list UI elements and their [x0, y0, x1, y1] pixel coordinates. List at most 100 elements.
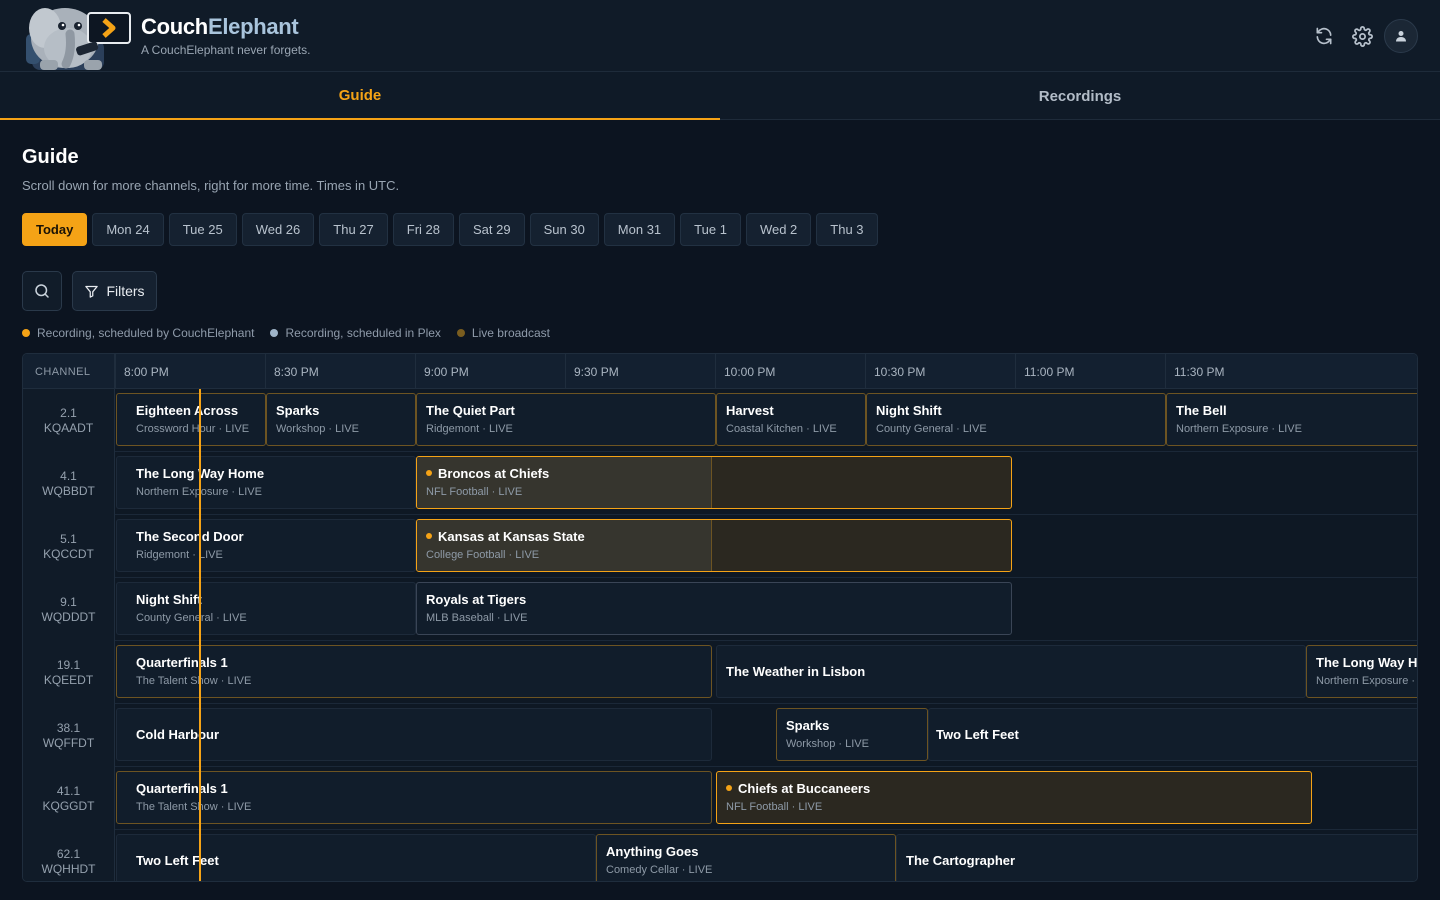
program-title: Night Shift [136, 592, 202, 607]
time-slot: 9:00 PM [415, 354, 565, 389]
program-block[interactable]: The Second Door Ridgemont · LIVE [116, 519, 416, 572]
program-block[interactable]: Royals at Tigers MLB Baseball · LIVE [416, 582, 1012, 635]
program-block[interactable]: Cold Harbour [116, 708, 712, 761]
filter-icon [85, 285, 99, 298]
program-block[interactable]: Night Shift County General · LIVE [116, 582, 416, 635]
time-slot: 11:30 PM [1165, 354, 1315, 389]
app-name-part2: Elephant [207, 14, 299, 39]
filters-label: Filters [106, 283, 145, 299]
time-slot: 8:00 PM [115, 354, 265, 389]
program-block[interactable]: Quarterfinals 1 The Talent Show · LIVE [116, 645, 712, 698]
program-block-recording[interactable]: Chiefs at Buccaneers NFL Football · LIVE [716, 771, 1312, 824]
program-subtitle: Comedy Cellar · LIVE [606, 864, 713, 876]
time-header: CHANNEL 8:00 PM 8:30 PM 9:00 PM 9:30 PM … [23, 354, 1417, 389]
program-title: Two Left Feet [136, 853, 219, 868]
day-button[interactable]: Sun 30 [529, 213, 599, 246]
program-title: The Second Door [136, 529, 244, 544]
program-block[interactable]: Eighteen Across Crossword Hour · LIVE [116, 393, 266, 446]
recording-dot-icon [726, 785, 732, 791]
channel-cell[interactable]: 5.1 KQCCDT [23, 515, 115, 578]
day-today[interactable]: Today [22, 213, 88, 246]
program-subtitle: Northern Exposure · [1316, 675, 1416, 687]
channel-cell[interactable]: 19.1 KQEEDT [23, 641, 115, 704]
channel-number: 38.1 [56, 720, 81, 735]
program-subtitle: The Talent Show · LIVE [136, 675, 252, 687]
user-menu-button[interactable] [1384, 19, 1418, 53]
main-tabs: Guide Recordings [0, 72, 1440, 120]
day-button[interactable]: Wed 2 [745, 213, 812, 246]
channel-row: 4.1 WQBBDT The Long Way Home Northern Ex… [23, 452, 1417, 515]
legend-item: Live broadcast [456, 326, 550, 340]
app-header: CouchElephant A CouchElephant never forg… [0, 0, 1440, 72]
channel-callsign: KQCCDT [43, 546, 94, 561]
day-button[interactable]: Mon 31 [603, 213, 676, 246]
channel-row: 19.1 KQEEDT Quarterfinals 1 The Talent S… [23, 641, 1417, 704]
time-slot: 8:30 PM [265, 354, 415, 389]
program-subtitle: Northern Exposure · LIVE [136, 486, 262, 498]
program-block[interactable]: Two Left Feet [928, 708, 1417, 761]
app-tagline: A CouchElephant never forgets. [141, 43, 311, 57]
program-block[interactable]: The Quiet Part Ridgemont · LIVE [416, 393, 716, 446]
day-button[interactable]: Tue 1 [680, 213, 741, 246]
search-button[interactable] [22, 271, 62, 311]
program-subtitle: The Talent Show · LIVE [136, 801, 252, 813]
channel-header: CHANNEL [23, 354, 115, 389]
day-button[interactable]: Wed 26 [241, 213, 315, 246]
program-block-recording[interactable]: Kansas at Kansas State College Football … [416, 519, 1012, 572]
day-button[interactable]: Thu 27 [319, 213, 388, 246]
tab-recordings[interactable]: Recordings [720, 72, 1440, 120]
program-title: Cold Harbour [136, 727, 220, 742]
day-button[interactable]: Thu 3 [816, 213, 878, 246]
program-block[interactable]: Harvest Coastal Kitchen · LIVE [716, 393, 866, 446]
channel-number: 62.1 [56, 846, 81, 861]
legend-label: Live broadcast [471, 326, 550, 340]
page-title: Guide [22, 146, 79, 168]
channel-number: 4.1 [60, 468, 77, 483]
filters-button[interactable]: Filters [72, 271, 157, 311]
program-block[interactable]: Night Shift County General · LIVE [866, 393, 1166, 446]
program-block[interactable]: The Cartographer [896, 834, 1417, 881]
legend-item: Recording, scheduled in Plex [270, 326, 441, 340]
channel-row: 9.1 WQDDDT Night Shift County General · … [23, 578, 1417, 641]
program-title: The Cartographer [906, 853, 1016, 868]
channel-number: 9.1 [60, 594, 77, 609]
day-button[interactable]: Fri 28 [392, 213, 454, 246]
program-block[interactable]: Sparks Workshop · LIVE [776, 708, 928, 761]
program-block[interactable]: Quarterfinals 1 The Talent Show · LIVE [116, 771, 712, 824]
channel-row: 41.1 KQGGDT Quarterfinals 1 The Talent S… [23, 767, 1417, 830]
guide-grid[interactable]: CHANNEL 8:00 PM 8:30 PM 9:00 PM 9:30 PM … [22, 353, 1418, 882]
refresh-icon [1316, 27, 1332, 45]
program-block-recording[interactable]: Broncos at Chiefs NFL Football · LIVE [416, 456, 1012, 509]
program-title: The Weather in Lisbon [726, 664, 866, 679]
day-button[interactable]: Mon 24 [92, 213, 164, 246]
program-subtitle: Ridgemont · LIVE [426, 423, 513, 435]
program-block[interactable]: Sparks Workshop · LIVE [266, 393, 416, 446]
channel-cell[interactable]: 38.1 WQFFDT [23, 704, 115, 767]
channel-cell[interactable]: 4.1 WQBBDT [23, 452, 115, 515]
program-block[interactable]: The Bell Northern Exposure · LIVE [1166, 393, 1417, 446]
channel-row: 5.1 KQCCDT The Second Door Ridgemont · L… [23, 515, 1417, 578]
channel-callsign: WQBBDT [42, 483, 95, 498]
channel-cell[interactable]: 62.1 WQHHDT [23, 830, 115, 881]
channel-row: 62.1 WQHHDT Two Left Feet Anything Goes … [23, 830, 1417, 881]
day-button[interactable]: Tue 25 [168, 213, 237, 246]
program-block[interactable]: Anything Goes Comedy Cellar · LIVE [596, 834, 896, 881]
time-slot: 9:30 PM [565, 354, 715, 389]
settings-button[interactable] [1346, 20, 1378, 52]
program-subtitle: Workshop · LIVE [786, 738, 869, 750]
program-subtitle: MLB Baseball · LIVE [426, 612, 528, 624]
program-title: Royals at Tigers [426, 592, 527, 607]
channel-cell[interactable]: 9.1 WQDDDT [23, 578, 115, 641]
program-block[interactable]: The Long Way H Northern Exposure · [1306, 645, 1417, 698]
time-slot: 10:30 PM [865, 354, 1015, 389]
channel-cell[interactable]: 2.1 KQAADT [23, 389, 115, 452]
day-button[interactable]: Sat 29 [459, 213, 525, 246]
program-block[interactable]: Two Left Feet [116, 834, 596, 881]
program-block[interactable]: The Long Way Home Northern Exposure · LI… [116, 456, 416, 509]
channel-row: 2.1 KQAADT Eighteen Across Crossword Hou… [23, 389, 1417, 452]
elephant-logo-icon [26, 8, 131, 70]
program-block[interactable]: The Weather in Lisbon [716, 645, 1306, 698]
channel-cell[interactable]: 41.1 KQGGDT [23, 767, 115, 830]
tab-guide[interactable]: Guide [0, 72, 720, 120]
refresh-button[interactable] [1308, 20, 1340, 52]
